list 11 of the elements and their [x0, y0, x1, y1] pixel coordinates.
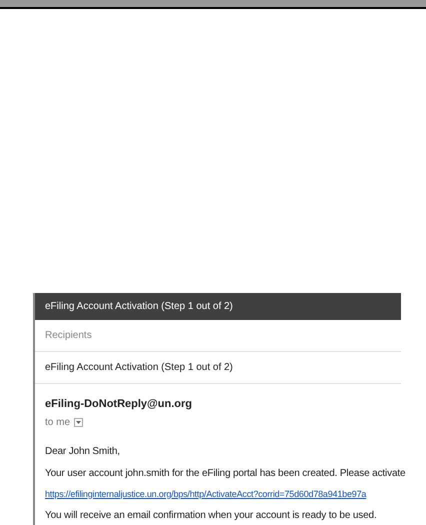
recipients-field[interactable]: Recipients	[35, 320, 401, 352]
body-text: Your user account john.smith for the eFiling portal has been created. Please activate	[45, 466, 406, 480]
subject-text: eFiling Account Activation (Step 1 out of 2)	[45, 361, 233, 375]
recipient-text: to me	[45, 416, 70, 430]
activation-link[interactable]: https://efilinginternaljustice.un.org/bps/http/ActivateAcct?corrid=75d60d78a941be97a	[45, 488, 366, 501]
body-text: You will receive an email confirmation when your account is ready to be used.	[45, 509, 377, 523]
dropdown-button[interactable]	[74, 418, 84, 426]
header-title: eFiling Account Activation (Step 1 out of 2)	[45, 300, 233, 314]
caret-icon	[76, 420, 82, 424]
sender-address: eFiling-DoNotReply@un.org	[45, 397, 192, 412]
body-text: Dear John Smith,	[45, 444, 120, 458]
